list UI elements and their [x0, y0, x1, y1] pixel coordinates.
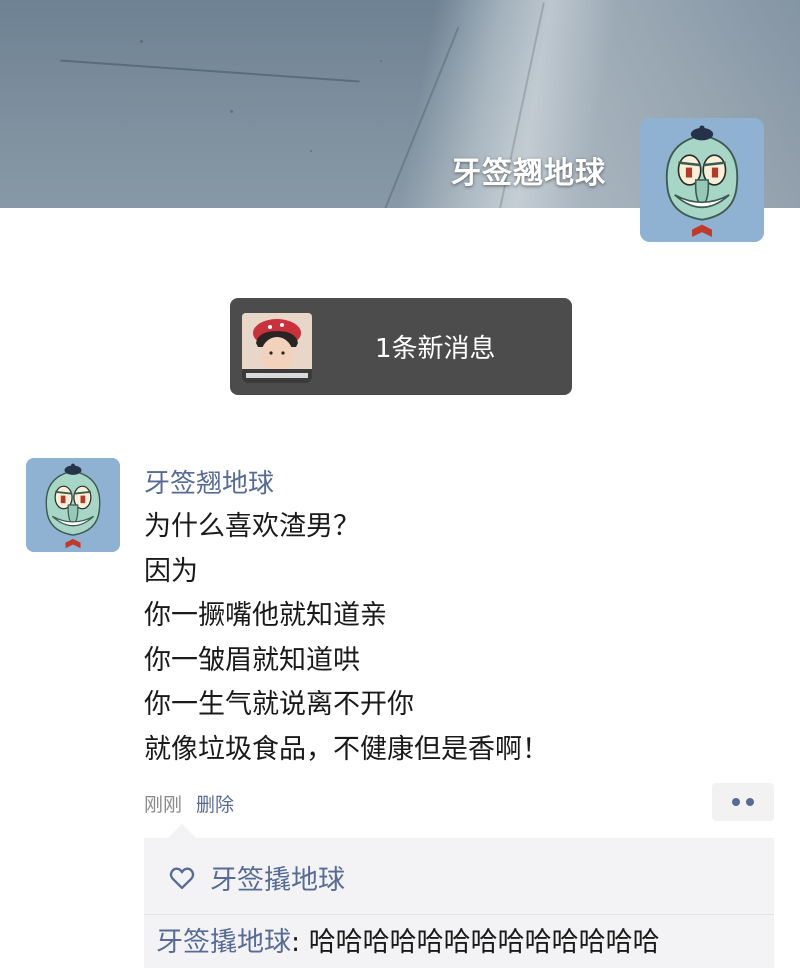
- like-user-name[interactable]: 牙签撬地球: [210, 858, 345, 897]
- heart-icon: [169, 867, 195, 889]
- comment-text: 哈哈哈哈哈哈哈哈哈哈哈哈哈: [308, 927, 660, 958]
- more-dots-icon: [746, 798, 754, 806]
- delete-button[interactable]: 删除: [196, 794, 234, 816]
- post-line: 你一生气就说离不开你: [144, 689, 414, 720]
- likes-comments-panel: 牙签撬地球 牙签撬地球: 哈哈哈哈哈哈哈哈哈哈哈哈哈: [144, 824, 774, 968]
- comment-author[interactable]: 牙签撬地球: [156, 927, 291, 958]
- comment-separator: :: [291, 927, 309, 958]
- new-message-text: 1条新消息: [375, 334, 496, 364]
- post-meta: 刚刚 删除: [144, 790, 234, 817]
- post-text: 为什么喜欢渣男？ 因为 你一撅嘴他就知道亲 你一皱眉就知道哄 你一生气就说离不开…: [144, 505, 744, 772]
- post-author-name[interactable]: 牙签翘地球: [144, 463, 274, 500]
- post-time: 刚刚: [144, 794, 183, 816]
- squidward-avatar-icon: [26, 458, 120, 552]
- post-line: 为什么喜欢渣男？: [144, 511, 360, 542]
- post-line: 就像垃圾食品，不健康但是香啊！: [144, 733, 549, 765]
- profile-avatar[interactable]: [640, 118, 764, 242]
- comment-item[interactable]: 牙签撬地球: 哈哈哈哈哈哈哈哈哈哈哈哈哈: [156, 920, 660, 959]
- sender-avatar: [242, 313, 312, 383]
- likes-row: 牙签撬地球: [168, 858, 345, 897]
- post-line: 因为: [144, 555, 198, 587]
- post-line: 你一撅嘴他就知道亲: [144, 600, 387, 631]
- sender-avatar-icon: [242, 313, 312, 383]
- divider: [144, 914, 774, 915]
- post-author-avatar[interactable]: [26, 458, 120, 552]
- post-line: 你一皱眉就知道哄: [144, 644, 360, 676]
- more-dots-icon: [732, 798, 740, 806]
- more-button[interactable]: [712, 783, 774, 821]
- new-message-notice[interactable]: 1条新消息: [230, 298, 572, 395]
- squidward-avatar-icon: [640, 118, 764, 242]
- profile-name: 牙签翘地球: [451, 156, 606, 191]
